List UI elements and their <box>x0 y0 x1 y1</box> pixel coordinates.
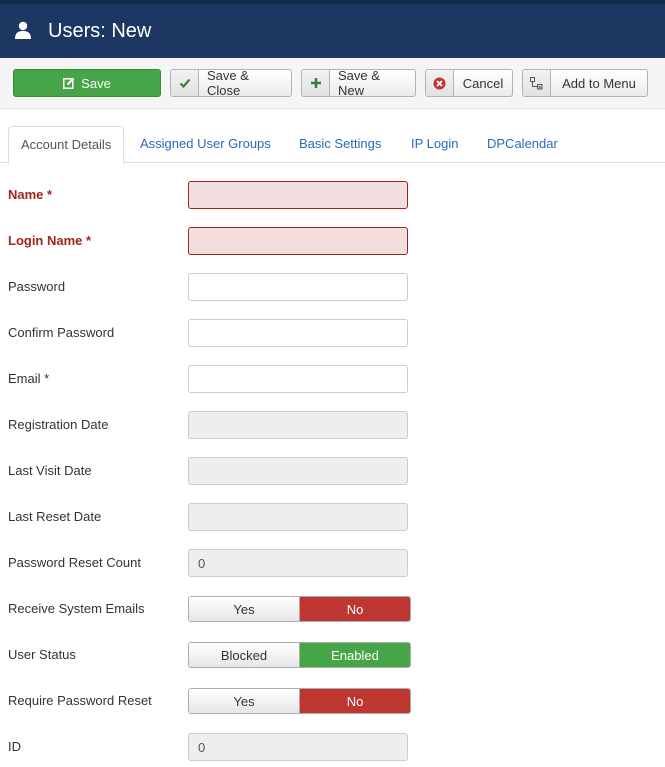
registration-date-row: Registration Date <box>0 411 665 439</box>
require-reset-no-option[interactable]: No <box>299 689 410 713</box>
page-title: Users: New <box>48 20 152 42</box>
login-name-input[interactable] <box>188 227 408 255</box>
password-label: Password <box>8 279 66 294</box>
password-reset-count-field <box>188 549 408 577</box>
page-header: Users: New <box>0 0 665 58</box>
last-reset-date-row: Last Reset Date <box>0 503 665 531</box>
save-close-button[interactable]: Save & Close <box>170 68 292 98</box>
require-password-reset-toggle: Yes No <box>188 688 411 714</box>
last-visit-date-label: Last Visit Date <box>8 463 92 478</box>
email-row: Email * <box>0 365 665 393</box>
cancel-button[interactable]: Cancel <box>425 69 513 97</box>
receive-system-emails-row: Receive System Emails Yes No <box>0 596 665 624</box>
confirm-password-input[interactable] <box>188 319 408 347</box>
check-icon <box>171 70 199 96</box>
save-button[interactable]: Save <box>13 69 161 97</box>
tab-dpcalendar[interactable]: DPCalendar <box>487 126 558 163</box>
tab-ip-login[interactable]: IP Login <box>411 126 458 163</box>
login-name-label: Login Name * <box>8 233 92 248</box>
last-reset-date-field <box>188 503 408 531</box>
user-status-row: User Status Blocked Enabled <box>0 642 665 670</box>
password-reset-count-row: Password Reset Count <box>0 549 665 577</box>
receive-system-emails-toggle: Yes No <box>188 596 411 622</box>
require-password-reset-label: Require Password Reset <box>8 693 152 708</box>
user-status-label: User Status <box>8 647 76 662</box>
id-row: ID <box>0 733 665 761</box>
edit-icon <box>63 77 75 89</box>
add-to-menu-button[interactable]: Add to Menu <box>522 69 648 97</box>
name-label: Name * <box>8 187 53 202</box>
id-label: ID <box>8 739 21 754</box>
user-icon <box>13 20 33 40</box>
save-new-label: Save & New <box>338 68 380 98</box>
confirm-password-label: Confirm Password <box>8 325 115 340</box>
user-status-toggle: Blocked Enabled <box>188 642 411 668</box>
plus-icon <box>302 70 330 96</box>
require-reset-yes-option[interactable]: Yes <box>189 689 299 713</box>
receive-emails-no-option[interactable]: No <box>299 597 410 621</box>
tab-account-details[interactable]: Account Details <box>8 126 125 164</box>
email-input[interactable] <box>188 365 408 393</box>
name-row: Name * <box>0 181 665 209</box>
save-new-button[interactable]: Save & New <box>301 68 416 98</box>
login-name-row: Login Name * <box>0 227 665 255</box>
form-tabs: Account Details Assigned User Groups Bas… <box>0 126 665 164</box>
id-field <box>188 733 408 761</box>
user-status-blocked-option[interactable]: Blocked <box>189 643 299 667</box>
registration-date-field <box>188 411 408 439</box>
cancel-icon <box>426 70 454 96</box>
password-reset-count-label: Password Reset Count <box>8 555 141 570</box>
tab-assigned-user-groups[interactable]: Assigned User Groups <box>140 126 271 163</box>
cancel-label: Cancel <box>462 75 504 91</box>
confirm-password-row: Confirm Password <box>0 319 665 347</box>
save-close-label: Save & Close <box>207 68 249 98</box>
last-reset-date-label: Last Reset Date <box>8 509 102 524</box>
require-password-reset-row: Require Password Reset Yes No <box>0 688 665 716</box>
user-status-enabled-option[interactable]: Enabled <box>299 643 410 667</box>
last-visit-date-field <box>188 457 408 485</box>
password-row: Password <box>0 273 665 301</box>
save-button-label: Save <box>81 75 111 91</box>
tab-basic-settings[interactable]: Basic Settings <box>299 126 381 163</box>
add-to-menu-label: Add to Menu <box>562 75 636 91</box>
password-input[interactable] <box>188 273 408 301</box>
email-label: Email * <box>8 371 50 386</box>
toolbar: Save Save & Close Save & New Cancel Add … <box>0 58 665 109</box>
menu-tree-icon <box>523 70 551 96</box>
last-visit-date-row: Last Visit Date <box>0 457 665 485</box>
receive-emails-yes-option[interactable]: Yes <box>189 597 299 621</box>
receive-system-emails-label: Receive System Emails <box>8 601 145 616</box>
name-input[interactable] <box>188 181 408 209</box>
registration-date-label: Registration Date <box>8 417 109 432</box>
